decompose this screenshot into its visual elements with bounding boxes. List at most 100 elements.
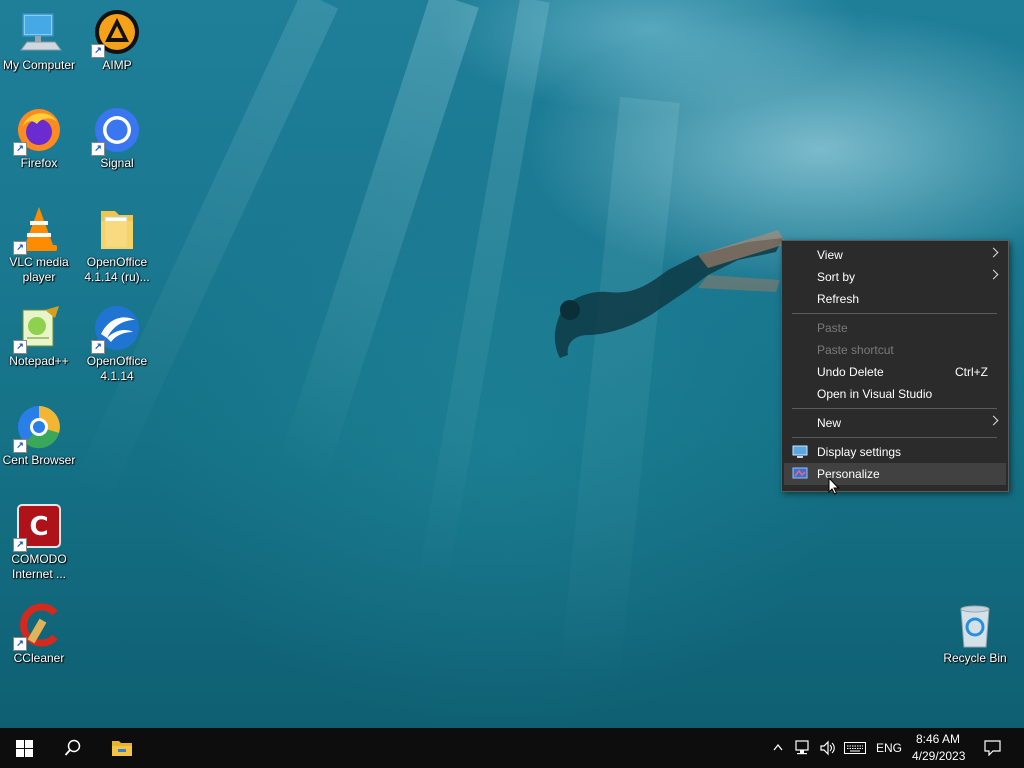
clock-time: 8:46 AM — [916, 732, 961, 746]
signal-icon: ↗ — [91, 106, 141, 156]
mouse-cursor-icon — [828, 477, 840, 495]
file-explorer-icon — [112, 741, 132, 756]
desktop-icon-recycle-bin[interactable]: Recycle Bin — [936, 601, 1014, 666]
desktop-icon-ccleaner[interactable]: ↗ CCleaner — [0, 601, 78, 666]
tray-network-button[interactable] — [792, 728, 814, 768]
desktop-icon-label: OpenOffice 4.1.14 — [86, 354, 148, 383]
menu-item-label: Sort by — [817, 270, 856, 284]
desktop-icon-comodo[interactable]: C ↗ COMODO Internet ... — [0, 502, 78, 582]
desktop-icon-label: OpenOffice 4.1.14 (ru)... — [84, 255, 150, 284]
menu-item-shortcut: Ctrl+Z — [955, 365, 988, 379]
desktop-icon-vlc[interactable]: ↗ VLC media player — [0, 205, 78, 285]
chevron-right-icon — [988, 269, 999, 280]
start-button[interactable] — [0, 728, 48, 768]
menu-item-paste-shortcut: Paste shortcut — [784, 339, 1006, 361]
action-center-button[interactable] — [976, 728, 1016, 768]
speaker-icon — [820, 740, 835, 756]
desktop-icon-notepadpp[interactable]: ↗ Notepad++ — [0, 304, 78, 369]
svg-text:C: C — [29, 512, 48, 542]
desktop-context-menu: View Sort by Refresh Paste Paste shortcu… — [781, 240, 1009, 492]
network-icon — [795, 740, 809, 755]
shortcut-arrow-icon: ↗ — [13, 637, 27, 651]
taskbar-file-explorer[interactable] — [98, 728, 146, 768]
tray-overflow-button[interactable] — [768, 728, 788, 768]
ccleaner-icon: ↗ — [13, 601, 63, 651]
desktop-icon-label: CCleaner — [13, 651, 65, 665]
desktop-icon-label: VLC media player — [9, 255, 69, 284]
chevron-right-icon — [988, 415, 999, 426]
comodo-icon: C ↗ — [13, 502, 63, 552]
menu-item-label: Undo Delete — [817, 365, 884, 379]
computer-icon — [15, 8, 63, 56]
desktop-icon-label: AIMP — [102, 58, 132, 72]
wallpaper-light-ray — [557, 96, 680, 700]
keyboard-icon — [844, 742, 866, 754]
desktop-icon-label: Recycle Bin — [943, 651, 1007, 665]
chevron-right-icon — [988, 247, 999, 258]
desktop-icon-openoffice[interactable]: ↗ OpenOffice 4.1.14 — [78, 304, 156, 384]
desktop-icon-label: Firefox — [20, 156, 58, 170]
vlc-icon: ↗ — [13, 205, 63, 255]
menu-item-label: Paste shortcut — [817, 343, 894, 357]
tray-keyboard-button[interactable] — [842, 728, 868, 768]
desktop-icon-my-computer[interactable]: My Computer — [0, 8, 78, 73]
menu-item-label: New — [817, 416, 842, 430]
desktop-icon-signal[interactable]: ↗ Signal — [78, 106, 156, 171]
desktop-icon-cent-browser[interactable]: ↗ Cent Browser — [0, 403, 78, 468]
shortcut-arrow-icon: ↗ — [91, 340, 105, 354]
menu-separator — [792, 408, 997, 409]
shortcut-arrow-icon: ↗ — [13, 241, 27, 255]
menu-item-refresh[interactable]: Refresh — [784, 288, 1006, 310]
desktop-icon-aimp[interactable]: ↗ AIMP — [78, 8, 156, 73]
shortcut-arrow-icon: ↗ — [91, 44, 105, 58]
desktop-icon-label: COMODO Internet ... — [11, 552, 67, 581]
menu-item-label: Refresh — [817, 292, 860, 306]
openoffice-icon: ↗ — [91, 304, 141, 354]
menu-item-undo-delete[interactable]: Undo Delete Ctrl+Z — [784, 361, 1006, 383]
notification-icon — [984, 740, 1001, 756]
centbrowser-icon: ↗ — [13, 403, 63, 453]
tray-volume-button[interactable] — [816, 728, 838, 768]
shortcut-arrow-icon: ↗ — [91, 142, 105, 156]
menu-item-personalize[interactable]: Personalize — [784, 463, 1006, 485]
desktop-icon-label: Notepad++ — [9, 354, 69, 368]
menu-item-new[interactable]: New — [784, 412, 1006, 434]
menu-item-paste: Paste — [784, 317, 1006, 339]
menu-item-view[interactable]: View — [784, 244, 1006, 266]
menu-item-open-in-visual-studio[interactable]: Open in Visual Studio — [784, 383, 1006, 405]
wallpaper-diver — [554, 230, 786, 358]
recycle-bin-icon — [951, 601, 999, 649]
desktop-icon-firefox[interactable]: ↗ Firefox — [0, 106, 78, 171]
personalize-icon — [792, 467, 808, 479]
menu-item-label: Open in Visual Studio — [817, 387, 933, 401]
language-indicator: ENG — [876, 741, 903, 755]
desktop-icon-label: Signal — [100, 156, 134, 170]
desktop-icon-label: Cent Browser — [2, 453, 76, 467]
menu-item-label: Personalize — [817, 467, 880, 481]
menu-item-sort-by[interactable]: Sort by — [784, 266, 1006, 288]
menu-separator — [792, 313, 997, 314]
shortcut-arrow-icon: ↗ — [13, 340, 27, 354]
clock-date: 4/29/2023 — [912, 749, 966, 763]
firefox-icon: ↗ — [13, 106, 63, 156]
menu-item-display-settings[interactable]: Display settings — [784, 441, 1006, 463]
display-icon — [792, 445, 808, 458]
menu-item-label: Paste — [817, 321, 848, 335]
desktop-icon-openoffice-folder[interactable]: OpenOffice 4.1.14 (ru)... — [78, 205, 156, 285]
search-button[interactable] — [48, 728, 96, 768]
shortcut-arrow-icon: ↗ — [13, 538, 27, 552]
shortcut-arrow-icon: ↗ — [13, 142, 27, 156]
menu-separator — [792, 437, 997, 438]
windows-logo-icon — [16, 740, 33, 757]
folder-icon — [93, 205, 141, 253]
menu-item-label: View — [817, 248, 843, 262]
taskbar: ENG 8:46 AM 4/29/2023 — [0, 728, 1024, 768]
search-icon — [64, 739, 81, 756]
menu-item-label: Display settings — [817, 445, 902, 459]
tray-clock[interactable]: 8:46 AM 4/29/2023 — [908, 728, 970, 768]
notepadpp-icon: ↗ — [13, 304, 63, 354]
tray-language-button[interactable]: ENG — [872, 728, 904, 768]
shortcut-arrow-icon: ↗ — [13, 439, 27, 453]
chevron-up-icon — [773, 743, 783, 751]
aimp-icon: ↗ — [91, 8, 141, 58]
